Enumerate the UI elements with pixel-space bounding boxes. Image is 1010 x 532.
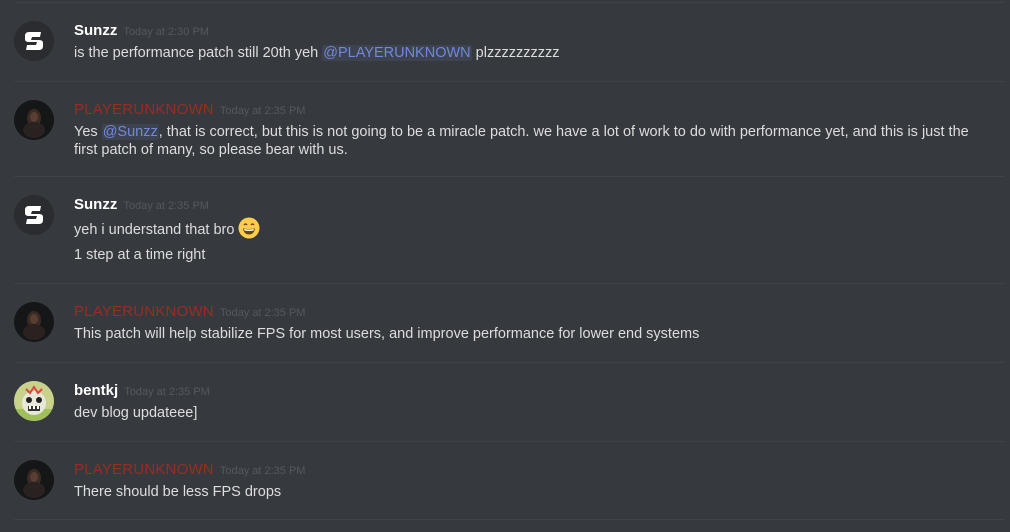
playerunknown-avatar[interactable] [14, 100, 54, 140]
playerunknown-avatar[interactable] [14, 460, 54, 500]
username[interactable]: PLAYERUNKNOWN [74, 101, 214, 118]
timestamp: Today at 2:35 PM [219, 465, 306, 477]
message-text: There should be less FPS drops [74, 484, 282, 500]
timestamp: Today at 2:35 PM [123, 200, 209, 212]
message-divider [14, 441, 1004, 442]
username[interactable]: Sunzz [74, 196, 117, 213]
bentkj-avatar[interactable] [14, 381, 54, 421]
message-text: 1 step at a time right [74, 247, 206, 263]
message-text: Yes @Sunzz, that is correct, but this is… [74, 124, 969, 158]
message-divider [14, 362, 1004, 363]
message-text: dev blog updateee] [74, 405, 198, 421]
sunzz-logo-icon [14, 21, 54, 61]
sunzz-logo-icon [14, 195, 54, 235]
username[interactable]: PLAYERUNKNOWN [74, 303, 214, 320]
message-divider [14, 2, 1004, 3]
timestamp: Today at 2:30 PM [123, 26, 209, 38]
timestamp: Today at 2:35 PM [124, 386, 210, 398]
playerunknown-avatar-icon [14, 460, 54, 500]
timestamp: Today at 2:35 PM [219, 307, 306, 319]
message-text: is the performance patch still 20th yeh … [74, 45, 560, 61]
playerunknown-avatar[interactable] [14, 302, 54, 342]
timestamp: Today at 2:35 PM [219, 105, 306, 117]
username[interactable]: Sunzz [74, 22, 117, 39]
message-divider [14, 176, 1004, 177]
playerunknown-avatar-icon [14, 100, 54, 140]
mention-link[interactable]: @Sunzz [101, 124, 159, 140]
sunzz-avatar[interactable] [14, 21, 54, 61]
message-text: This patch will help stabilize FPS for m… [74, 326, 700, 342]
message-text: yeh i understand that bro [74, 217, 970, 239]
message-divider [14, 519, 1004, 520]
username[interactable]: PLAYERUNKNOWN [74, 461, 214, 478]
chat-log: Sunzz Today at 2:30 PM is the performance… [0, 0, 1010, 532]
mention-link[interactable]: @PLAYERUNKNOWN [322, 45, 472, 61]
playerunknown-avatar-icon [14, 302, 54, 342]
message-divider [14, 81, 1004, 82]
username[interactable]: bentkj [74, 382, 118, 399]
sunzz-avatar[interactable] [14, 195, 54, 235]
grinning-face-emoji-icon [238, 217, 260, 239]
bentkj-avatar-icon [14, 381, 54, 421]
message-divider [14, 283, 1004, 284]
